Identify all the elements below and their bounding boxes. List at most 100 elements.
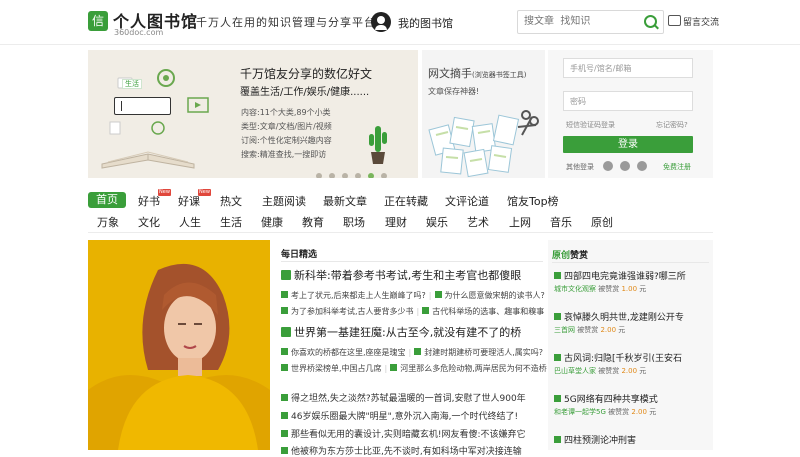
sub-link[interactable]: 封建时期建桥可要理活人,属实吗? [424,348,543,357]
list-item[interactable]: 得之坦然,失之淡然?苏轼最温暖的一首词,安慰了世人900年 [281,391,526,404]
cat-career[interactable]: 职场 [343,214,365,230]
original-meta: 三首网 被赞赏 2.00 元 [554,326,626,334]
login-button[interactable]: 登录 [563,136,693,153]
bullet-icon [554,395,561,402]
original-item[interactable]: 四柱预测论冲刑害 [554,433,714,446]
original-title[interactable]: 四部四电完竟谁强谁弱?哪三所 [564,272,686,282]
clipper-banner[interactable]: 网文摘手(浏览器书签工具) 文章保存神器! [422,50,545,178]
banner-search-graphic [114,97,171,115]
list-item[interactable]: 他被称为东方莎士比亚,先不谈时,有如科场中军对决接连输 [281,444,522,457]
daily-label: 每日精选 [281,250,318,260]
nav-top-list[interactable]: 馆友Top榜 [507,193,559,209]
bullet-icon [281,394,288,401]
nav-hot[interactable]: 热文 [220,193,242,209]
bullet-icon [281,447,288,454]
bullet-icon [434,291,442,298]
my-library-link[interactable]: 我的图书馆 [398,15,453,31]
original-item[interactable]: 古风词:归隐[千秋岁引(王安石 巴山草堂人家 被赞赏 2.00 元 [554,351,714,376]
register-link[interactable]: 免费注册 [663,162,691,172]
feature-photo[interactable] [88,240,270,450]
sub-link[interactable]: 河里那么多危险动物,两岸居民为何不造桥 [400,364,547,373]
cat-culture[interactable]: 文化 [138,214,160,230]
nav-topic[interactable]: 主题阅读 [262,193,306,209]
other-login-label: 其他登录 [566,163,594,171]
daily-divider [281,261,543,262]
bullet-icon [554,354,561,361]
original-title[interactable]: 5G网络有四种共享模式 [564,395,658,405]
nav-review[interactable]: 文评论道 [445,193,489,209]
nav-good-courses[interactable]: 好课 New [178,189,211,209]
cat-art[interactable]: 艺术 [467,214,489,230]
headline-2[interactable]: 世界第一基建狂魔:从古至今,就没有建不了的桥 [281,324,521,340]
clipper-title-note: (浏览器书签工具) [472,71,527,79]
original-divider [552,262,709,263]
logo-icon[interactable]: 信 [88,11,108,31]
bullet-icon [422,307,430,314]
nav-home[interactable]: 首页 [88,192,126,208]
password-field[interactable]: 密码 [563,91,693,111]
cat-entertainment[interactable]: 娱乐 [426,214,448,230]
carousel-dot[interactable] [355,173,361,178]
original-item[interactable]: 哀悼滕久明共世,龙建刚公开专 三首网 被赞赏 2.00 元 [554,310,714,335]
search-icon[interactable] [644,15,657,28]
forgot-password-link[interactable]: 忘记密码? [656,120,688,130]
cat-internet[interactable]: 上网 [509,214,531,230]
carousel-dot[interactable] [381,173,387,178]
cat-education[interactable]: 教育 [302,214,324,230]
cat-finance[interactable]: 理财 [385,214,407,230]
original-meta: 和老谭一起学5G 被赞赏 2.00 元 [554,408,657,416]
cat-life-path[interactable]: 人生 [179,214,201,230]
avatar-icon[interactable] [371,12,391,32]
nav-divider [88,232,713,233]
weibo-icon[interactable] [637,161,647,171]
cat-health[interactable]: 健康 [261,214,283,230]
sub-row-3: 你喜欢的桥都在这里,座座是瑰宝 | 封建时期建桥可要理活人,属实吗? [281,347,543,358]
slogan: 千万人在用的知识管理与分享平台 [196,16,376,29]
sms-login-link[interactable]: 短信验证码登录 [566,120,615,130]
clipper-title: 网文摘手(浏览器书签工具) [428,67,527,80]
qq-icon[interactable] [620,161,630,171]
original-item[interactable]: 四部四电完竟谁强谁弱?哪三所 城市文化观察 被赞赏 1.00 元 [554,269,714,294]
list-item[interactable]: 46岁娱乐圈最大牌"明星",意外沉入南海,一个时代终结了! [281,409,518,422]
headline-1[interactable]: 新科举:带着参考书考试,考生和主考官也都傻眼 [281,267,521,283]
cat-living[interactable]: 生活 [220,214,242,230]
sub-link[interactable]: 为了参加科举考试,古人要背多少书 [291,307,414,316]
new-badge: New [198,189,211,196]
cat-music[interactable]: 音乐 [550,214,572,230]
bullet-icon [281,364,288,371]
original-item[interactable]: 5G网络有四种共享模式 和老谭一起学5G 被赞赏 2.00 元 [554,392,714,417]
banner-tag: 生活 [122,71,142,90]
message-icon[interactable] [668,15,681,26]
sub-row-1: 考上了状元,后来都走上人生巅峰了吗? | 为什么愿意做宋朝的读书人? [281,290,545,301]
sub-link[interactable]: 考上了状元,后来都走上人生巅峰了吗? [291,291,426,300]
original-title[interactable]: 哀悼滕久明共世,龙建刚公开专 [564,313,684,323]
headline-tag-icon [281,270,291,280]
original-title[interactable]: 四柱预测论冲刑害 [564,436,636,446]
banner-subtitle: 覆盖生活/工作/娱乐/健康...... [240,87,370,98]
promo-banner[interactable]: 生活 千万馆友分享的数亿好文 覆盖生活/工作/娱乐/健康...... 内容:11… [88,50,418,178]
cat-original[interactable]: 原创 [591,214,613,230]
sub-link[interactable]: 世界桥梁榜单,中国占几席 [291,364,382,373]
carousel-dot[interactable] [342,173,348,178]
nav-latest[interactable]: 最新文章 [323,193,367,209]
list-item[interactable]: 那些看似无用的囊设计,实则暗藏玄机!网友看傻:不该嫌弃它 [281,427,526,440]
nav-saving[interactable]: 正在转藏 [384,193,428,209]
carousel-dot[interactable] [316,173,322,178]
wechat-icon[interactable] [603,161,613,171]
message-link[interactable]: 留言交流 [683,15,719,28]
sub-link[interactable]: 古代科举场的选事、趣事和糗事 [432,307,544,316]
login-panel: 手机号/馆名/邮箱 密码 短信验证码登录 忘记密码? 登录 其他登录 免费注册 [548,50,713,178]
sub-link[interactable]: 为什么愿意做宋朝的读书人? [445,291,545,300]
account-field[interactable]: 手机号/馆名/邮箱 [563,58,693,78]
cactus-illustration [369,126,387,164]
original-title[interactable]: 古风词:归隐[千秋岁引(王安石 [564,354,682,364]
carousel-dots[interactable] [316,164,394,178]
carousel-dot[interactable] [329,173,335,178]
search-input[interactable] [524,14,634,28]
carousel-dot-active[interactable] [368,173,374,178]
sub-row-2: 为了参加科举考试,古人要背多少书 | 古代科举场的选事、趣事和糗事 [281,306,544,317]
site-header: 信 个人图书馆 360doc.com 千万人在用的知识管理与分享平台 我的图书馆… [0,0,800,45]
sub-link[interactable]: 你喜欢的桥都在这里,座座是瑰宝 [291,348,406,357]
nav-good-books[interactable]: 好书 New [138,189,171,209]
cat-wanxiang[interactable]: 万象 [97,214,119,230]
